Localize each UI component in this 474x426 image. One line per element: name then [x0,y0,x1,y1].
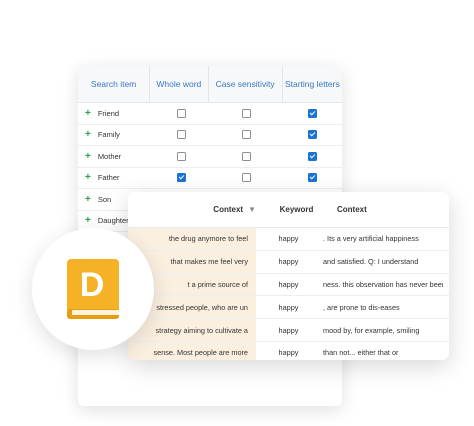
whole-cell [153,173,210,183]
right-context-cell: than not... either that or [323,348,399,358]
search-items-header: Search item Whole word Case sensitivity … [78,66,342,103]
header-whole-word[interactable]: Whole word [150,66,209,102]
add-icon[interactable]: + [78,129,94,140]
case-cell [210,108,283,118]
context-row[interactable]: stressed people, who are un happy, are pr… [128,296,449,320]
search-item-row[interactable]: + Family [78,125,342,146]
case-checkbox[interactable] [241,151,251,161]
search-item-label: Family [97,130,120,140]
right-context-cell: ness. this observation has never been [323,279,443,289]
whole-checkbox[interactable] [177,130,186,140]
case-cell [210,130,283,140]
right-context-cell: , are prone to dis-eases [323,302,400,312]
context-header: Context ▼ Keyword Context [128,192,449,228]
whole-cell [153,108,210,118]
keyword-cell: happy [278,279,299,289]
case-checkbox[interactable] [241,108,251,118]
context-row[interactable]: t a prime source of happy ness. this obser… [128,273,449,297]
search-item-label: Mother [97,151,122,161]
sort-down-icon[interactable]: ▼ [248,205,256,214]
whole-checkbox[interactable] [177,151,186,161]
right-context-cell: and satisfied. Q: I understand [323,257,419,267]
case-cell [210,151,283,161]
add-icon[interactable]: + [78,215,94,226]
case-checkbox[interactable] [241,130,251,140]
keyword-cell: happy [278,257,299,267]
context-panel: Context ▼ Keyword Context the drug anymo… [128,192,449,360]
start-cell [283,108,342,118]
whole-checkbox[interactable] [177,108,186,118]
search-item-row[interactable]: + Father [78,168,342,189]
start-checkbox[interactable] [307,130,317,140]
start-checkbox[interactable] [307,108,317,118]
whole-cell [153,151,210,161]
keyword-cell: happy [278,234,299,244]
whole-checkbox[interactable] [177,173,186,183]
start-checkbox[interactable] [307,151,317,161]
case-checkbox[interactable] [241,173,251,183]
whole-cell [153,130,210,140]
header-starting-letters[interactable]: Starting letters [283,66,342,102]
header-left-context[interactable]: Context ▼ [128,205,256,214]
context-list: the drug anymore to feel happy . Its a ver… [128,228,449,360]
keyword-cell: happy [278,348,299,358]
context-row[interactable]: the drug anymore to feel happy . Its a ver… [128,228,449,251]
case-cell [210,173,283,183]
svg-text:D: D [80,266,105,304]
add-icon[interactable]: + [78,151,94,162]
header-search-item[interactable]: Search item [78,66,151,102]
keyword-cell: happy [278,302,299,312]
start-checkbox[interactable] [307,173,317,183]
right-context-cell: mood by, for example, smiling [323,325,420,335]
header-case-sensitivity[interactable]: Case sensitivity [209,66,283,102]
context-row[interactable]: strategy aiming to cultivate a happy mood … [128,319,449,342]
context-row[interactable]: that makes me feel very happy and satisfie… [128,250,449,274]
dictionary-book-icon: D [67,259,119,319]
right-context-cell: . Its a very artificial happiness [323,234,419,244]
search-item-label: Father [97,173,120,183]
add-icon[interactable]: + [78,194,94,205]
left-context-cell: sense. Most people are more [128,341,256,360]
app-icon-circle: D [32,228,154,350]
add-icon[interactable]: + [78,108,94,119]
header-left-context-label: Context [213,205,244,214]
start-cell [283,130,342,140]
start-cell [283,151,342,161]
header-right-context[interactable]: Context [329,205,367,214]
left-context-cell: the drug anymore to feel [128,228,256,250]
left-context-cell: strategy aiming to cultivate a [128,319,256,341]
context-row[interactable]: sense. Most people are more happy than not… [128,341,449,360]
search-item-row[interactable]: + Friend [78,103,342,125]
header-keyword[interactable]: Keyword [264,205,329,214]
start-cell [283,173,342,183]
keyword-cell: happy [278,325,299,335]
search-item-row[interactable]: + Mother [78,146,342,168]
add-icon[interactable]: + [78,172,94,183]
search-item-label: Friend [97,108,120,118]
